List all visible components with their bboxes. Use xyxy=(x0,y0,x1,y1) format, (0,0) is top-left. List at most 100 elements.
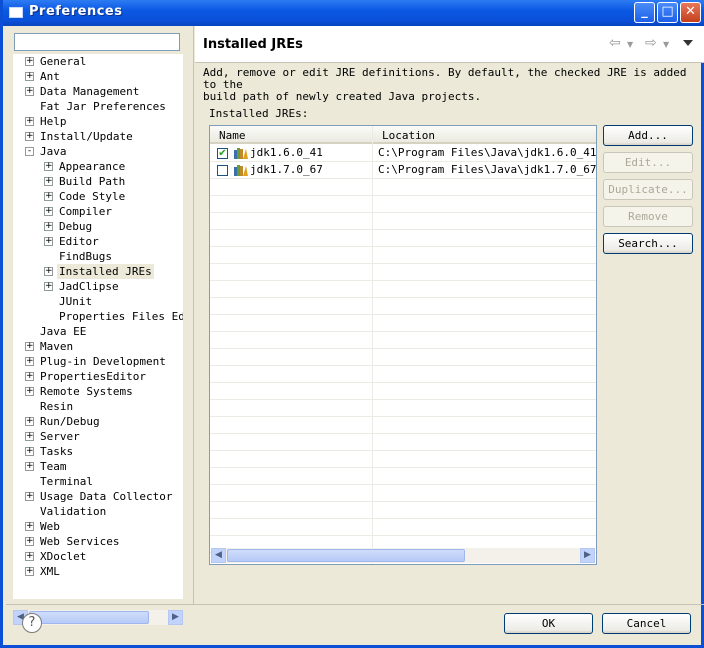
table-row[interactable] xyxy=(210,383,596,400)
add-button[interactable]: Add... xyxy=(603,125,693,146)
tree-item[interactable]: Validation xyxy=(13,504,183,519)
expand-icon[interactable]: + xyxy=(25,522,34,531)
scroll-right-icon[interactable]: ▶ xyxy=(580,548,595,563)
scroll-thumb[interactable] xyxy=(227,549,465,562)
tree-item[interactable]: + Data Management xyxy=(13,84,183,99)
scroll-thumb[interactable] xyxy=(29,611,149,624)
tree-item[interactable]: + Editor xyxy=(13,234,183,249)
table-row[interactable] xyxy=(210,400,596,417)
tree-item[interactable]: - Java xyxy=(13,144,183,159)
tree-item[interactable]: + Appearance xyxy=(13,159,183,174)
tree-item[interactable]: + Debug xyxy=(13,219,183,234)
expand-icon[interactable]: + xyxy=(44,222,53,231)
close-button[interactable]: ✕ xyxy=(680,2,701,23)
tree-item[interactable]: + Ant xyxy=(13,69,183,84)
table-row[interactable] xyxy=(210,519,596,536)
tree-item[interactable]: Resin xyxy=(13,399,183,414)
jre-checkbox[interactable]: ✔ xyxy=(217,148,228,159)
expand-icon[interactable]: + xyxy=(25,132,34,141)
table-row[interactable] xyxy=(210,417,596,434)
expand-icon[interactable]: + xyxy=(25,387,34,396)
cancel-button[interactable]: Cancel xyxy=(602,613,691,634)
column-header-name[interactable]: Name xyxy=(210,126,372,144)
table-row[interactable] xyxy=(210,264,596,281)
table-row[interactable] xyxy=(210,502,596,519)
expand-icon[interactable]: + xyxy=(25,417,34,426)
expand-icon[interactable]: + xyxy=(44,282,53,291)
table-row[interactable] xyxy=(210,434,596,451)
expand-icon[interactable]: + xyxy=(25,57,34,66)
table-row[interactable] xyxy=(210,332,596,349)
expand-icon[interactable]: + xyxy=(25,357,34,366)
expand-icon[interactable]: + xyxy=(25,447,34,456)
back-arrow-icon[interactable]: ⇦ xyxy=(609,35,621,51)
expand-icon[interactable]: + xyxy=(25,567,34,576)
table-row[interactable] xyxy=(210,468,596,485)
table-row[interactable] xyxy=(210,485,596,502)
expand-icon[interactable]: + xyxy=(44,162,53,171)
expand-icon[interactable]: + xyxy=(44,267,53,276)
table-row[interactable] xyxy=(210,298,596,315)
tree-item[interactable]: + Usage Data Collector xyxy=(13,489,183,504)
scroll-left-icon[interactable]: ◀ xyxy=(211,548,226,563)
table-row[interactable] xyxy=(210,366,596,383)
back-dropdown-icon[interactable]: ▼ xyxy=(627,40,633,49)
collapse-icon[interactable]: - xyxy=(25,147,34,156)
tree-item[interactable]: + Web Services xyxy=(13,534,183,549)
table-row[interactable] xyxy=(210,281,596,298)
edit-button[interactable]: Edit... xyxy=(603,152,693,173)
tree-item[interactable]: + PropertiesEditor xyxy=(13,369,183,384)
tree-item[interactable]: Properties Files Edit xyxy=(13,309,183,324)
pane-sash[interactable] xyxy=(193,26,194,604)
expand-icon[interactable]: + xyxy=(25,372,34,381)
tree-item[interactable]: FindBugs xyxy=(13,249,183,264)
tree-item[interactable]: + Code Style xyxy=(13,189,183,204)
expand-icon[interactable]: + xyxy=(25,72,34,81)
tree-item[interactable]: JUnit xyxy=(13,294,183,309)
maximize-button[interactable]: □ xyxy=(657,2,678,23)
filter-input[interactable] xyxy=(14,33,180,51)
expand-icon[interactable]: + xyxy=(25,87,34,96)
ok-button[interactable]: OK xyxy=(504,613,593,634)
table-row[interactable] xyxy=(210,349,596,366)
table-row[interactable] xyxy=(210,230,596,247)
expand-icon[interactable]: + xyxy=(25,342,34,351)
tree-item[interactable]: + Install/Update xyxy=(13,129,183,144)
remove-button[interactable]: Remove xyxy=(603,206,693,227)
table-row[interactable] xyxy=(210,315,596,332)
expand-icon[interactable]: + xyxy=(25,552,34,561)
tree-item[interactable]: Java EE xyxy=(13,324,183,339)
column-header-location[interactable]: Location xyxy=(372,126,596,144)
tree-item[interactable]: + Compiler xyxy=(13,204,183,219)
expand-icon[interactable]: + xyxy=(25,117,34,126)
title-bar[interactable]: Preferences _ □ ✕ xyxy=(3,0,704,26)
expand-icon[interactable]: + xyxy=(44,192,53,201)
table-horizontal-scrollbar[interactable]: ◀ ▶ xyxy=(211,548,595,563)
table-row[interactable] xyxy=(210,213,596,230)
jre-table[interactable]: Name Location ✔ jdk1.6.0_41 C:\Program Fil… xyxy=(209,125,597,565)
minimize-button[interactable]: _ xyxy=(634,2,655,23)
tree-item[interactable]: + Tasks xyxy=(13,444,183,459)
tree-item[interactable]: + Installed JREs xyxy=(13,264,183,279)
table-row[interactable] xyxy=(210,196,596,213)
scroll-right-icon[interactable]: ▶ xyxy=(168,610,183,625)
expand-icon[interactable]: + xyxy=(25,462,34,471)
forward-dropdown-icon[interactable]: ▼ xyxy=(663,40,669,49)
forward-arrow-icon[interactable]: ⇨ xyxy=(645,35,657,51)
tree-item[interactable]: + Run/Debug xyxy=(13,414,183,429)
tree-item[interactable]: + Help xyxy=(13,114,183,129)
table-row[interactable]: ✔ jdk1.6.0_41 C:\Program Files\Java\jdk1.6… xyxy=(210,145,596,162)
table-row[interactable] xyxy=(210,247,596,264)
tree-item[interactable]: + General xyxy=(13,54,183,69)
tree-item[interactable]: + Plug-in Development xyxy=(13,354,183,369)
expand-icon[interactable]: + xyxy=(25,537,34,546)
expand-icon[interactable]: + xyxy=(44,237,53,246)
tree-item[interactable]: Fat Jar Preferences xyxy=(13,99,183,114)
tree-item[interactable]: + Build Path xyxy=(13,174,183,189)
tree-item[interactable]: + XML xyxy=(13,564,183,579)
tree-item[interactable]: + Web xyxy=(13,519,183,534)
expand-icon[interactable]: + xyxy=(25,432,34,441)
tree-item[interactable]: + Remote Systems xyxy=(13,384,183,399)
table-row[interactable] xyxy=(210,451,596,468)
tree-item[interactable]: + Maven xyxy=(13,339,183,354)
